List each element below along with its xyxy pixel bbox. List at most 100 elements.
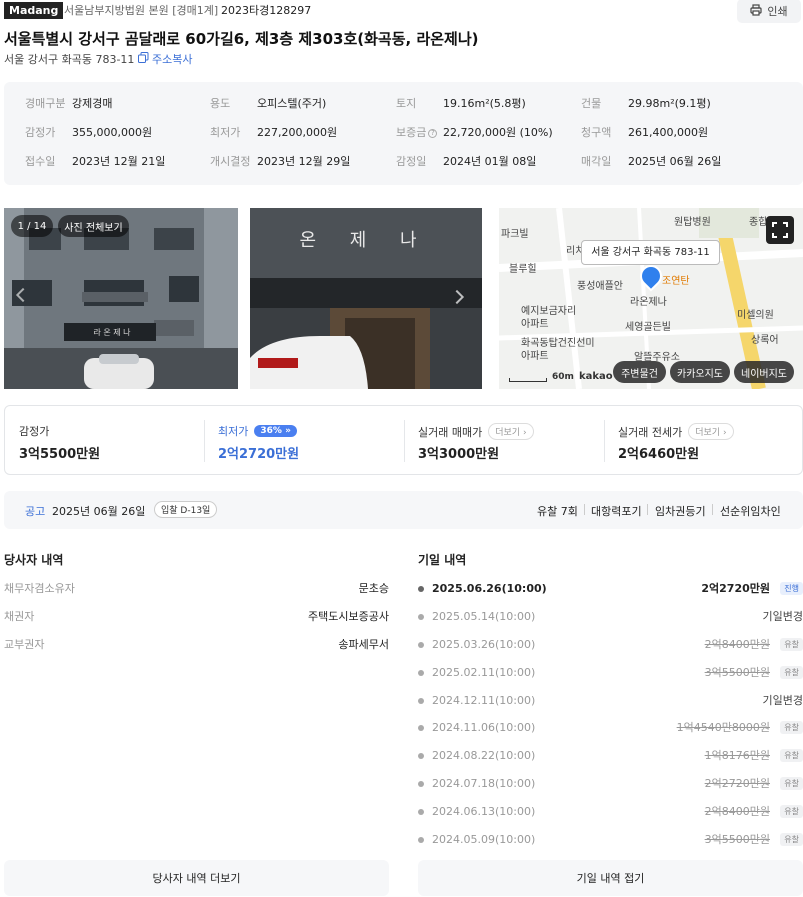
chevron-double-down-icon: »: [285, 426, 291, 436]
map-label: 아파트: [521, 319, 549, 330]
history-amount: 3억5500만원: [704, 666, 770, 679]
notice-date: 2025년 06월 26일: [52, 505, 146, 518]
info-value: 227,200,000원: [257, 126, 338, 139]
party-name: 주택도시보증공사: [308, 610, 389, 623]
party-role: 교부권자: [4, 638, 45, 651]
info-label: 건물: [581, 97, 602, 110]
bid-dday-badge: 입찰 D-13일: [154, 501, 218, 518]
history-row: 2024.05.09(10:00) 3억5500만원 유찰: [418, 832, 803, 848]
notice-bar: 공고 2025년 06월 26일 입찰 D-13일 유찰 7회 대항력포기 임차…: [4, 491, 803, 529]
discount-percent: 36%: [260, 426, 282, 436]
history-title: 기일 내역: [418, 553, 467, 567]
property-photo-exterior[interactable]: 라 온 제 나 1 / 14 사진 전체보기: [4, 208, 238, 389]
party-role: 채권자: [4, 610, 35, 623]
history-date: 2024.05.09(10:00): [432, 833, 536, 846]
property-photo-entrance[interactable]: 온 제 나: [250, 208, 482, 389]
history-status: 유찰: [780, 666, 803, 679]
fullscreen-icon[interactable]: [766, 216, 794, 244]
location-map[interactable]: 원탑병원 종합병원 파크빌 블루힐 풍성애플안 라온제나 조연탄 예지보금자리 …: [499, 208, 803, 389]
bullet-icon: [418, 809, 424, 815]
naver-map-button[interactable]: 네이버지도: [734, 361, 794, 383]
info-label-deposit: 보증금 ?: [396, 126, 438, 140]
history-date: 2025.05.14(10:00): [432, 610, 536, 623]
notice-label: 공고: [25, 505, 46, 518]
case-number: 2023타경128297: [221, 4, 312, 17]
party-name: 문초승: [358, 582, 389, 595]
info-value: 355,000,000원: [72, 126, 153, 139]
map-address-tooltip: 서울 강서구 화곡동 783-11: [581, 240, 720, 265]
info-label: 용도: [210, 97, 231, 110]
party-name: 송파세무서: [338, 638, 389, 651]
parties-more-button[interactable]: 당사자 내역 더보기: [4, 860, 389, 896]
copy-icon: [138, 52, 149, 67]
copy-address-button[interactable]: 주소복사: [138, 52, 192, 67]
bullet-icon: [418, 614, 424, 620]
notice-tag: 대항력포기: [591, 505, 642, 518]
history-date: 2024.08.22(10:00): [432, 749, 536, 762]
price-value: 3억3000만원: [418, 447, 500, 462]
info-label: 감정일: [396, 155, 427, 168]
history-date: 2025.06.26(10:00): [432, 582, 547, 595]
lot-address: 서울 강서구 화곡동 783-11: [4, 53, 135, 66]
kakao-map-button[interactable]: 카카오지도: [670, 361, 730, 383]
info-label: 보증금: [396, 126, 427, 139]
lease-more-button[interactable]: 더보기 ›: [688, 423, 734, 440]
court-name: 서울남부지방법원 본원 [경매1계]: [64, 4, 219, 17]
history-date: 2024.07.18(10:00): [432, 777, 536, 790]
auction-info-panel: 경매구분 강제경매 용도 오피스텔(주거) 토지 19.16m²(5.8평) 건…: [4, 82, 803, 185]
map-label: 풍성애플안: [577, 281, 623, 292]
info-label: 토지: [396, 97, 417, 110]
chevron-right-icon: ›: [722, 428, 727, 438]
history-row: 2025.06.26(10:00) 2억2720만원 진행: [418, 581, 803, 597]
history-row: 2024.06.13(10:00) 2억8400만원 유찰: [418, 804, 803, 820]
sale-more-button[interactable]: 더보기 ›: [488, 423, 534, 440]
price-label: 최저가: [218, 425, 249, 438]
nearby-items-button[interactable]: 주변물건: [613, 361, 666, 383]
price-label: 감정가: [19, 425, 50, 438]
history-date: 2025.03.26(10:00): [432, 638, 536, 651]
history-amount: 1억8176만원: [704, 749, 770, 762]
history-amount: 2억8400만원: [704, 638, 770, 651]
discount-badge: 36% »: [254, 425, 297, 437]
info-value: 2023년 12월 29일: [257, 155, 351, 168]
info-label: 접수일: [25, 155, 56, 168]
photo-sign-large-text: 온 제 나: [299, 230, 431, 251]
price-sale: 실거래 매매가 더보기 › 3억3000만원: [404, 406, 604, 474]
info-value: 오피스텔(주거): [257, 97, 327, 110]
help-icon[interactable]: ?: [428, 128, 438, 138]
info-label: 경매구분: [25, 97, 66, 110]
history-amount: 2억8400만원: [704, 805, 770, 818]
info-value: 261,400,000원: [628, 126, 709, 139]
map-scale-label: 60m: [552, 372, 574, 382]
print-label: 인쇄: [767, 5, 788, 18]
map-scale-bar: [509, 378, 547, 382]
bullet-icon: [418, 586, 424, 592]
bullet-icon: [418, 837, 424, 843]
history-status: 유찰: [780, 833, 803, 846]
price-minimum: 최저가 36% » 2억2720만원: [204, 406, 404, 474]
history-amount: 2억2720만원: [701, 582, 770, 595]
history-date: 2024.11.06(10:00): [432, 721, 536, 734]
bullet-icon: [418, 753, 424, 759]
bullet-icon: [418, 698, 424, 704]
history-amount: 1억4540만8000원: [676, 721, 770, 734]
map-label: 라온제나: [630, 297, 667, 308]
print-button[interactable]: 인쇄: [737, 0, 801, 23]
price-value: 2억6460만원: [618, 447, 700, 462]
copy-address-label: 주소복사: [152, 53, 193, 66]
map-label: 파크빌: [501, 229, 529, 240]
map-label: 미셀의원: [737, 310, 774, 321]
history-row: 2024.12.11(10:00) 기일변경: [418, 693, 803, 709]
parties-title: 당사자 내역: [4, 553, 64, 567]
brand-logo: Madang: [4, 2, 64, 19]
history-status: 유찰: [780, 749, 803, 762]
history-row: 2024.08.22(10:00) 1억8176만원 유찰: [418, 748, 803, 764]
more-label: 더보기: [695, 428, 721, 438]
info-label: 감정가: [25, 126, 56, 139]
view-all-photos-button[interactable]: 사진 전체보기: [58, 215, 129, 237]
price-label: 실거래 전세가: [618, 425, 683, 439]
history-fold-button[interactable]: 기일 내역 접기: [418, 860, 803, 896]
notice-tag: 임차권등기: [655, 505, 706, 518]
info-value: 19.16m²(5.8평): [443, 97, 526, 110]
history-date: 2024.06.13(10:00): [432, 805, 536, 818]
